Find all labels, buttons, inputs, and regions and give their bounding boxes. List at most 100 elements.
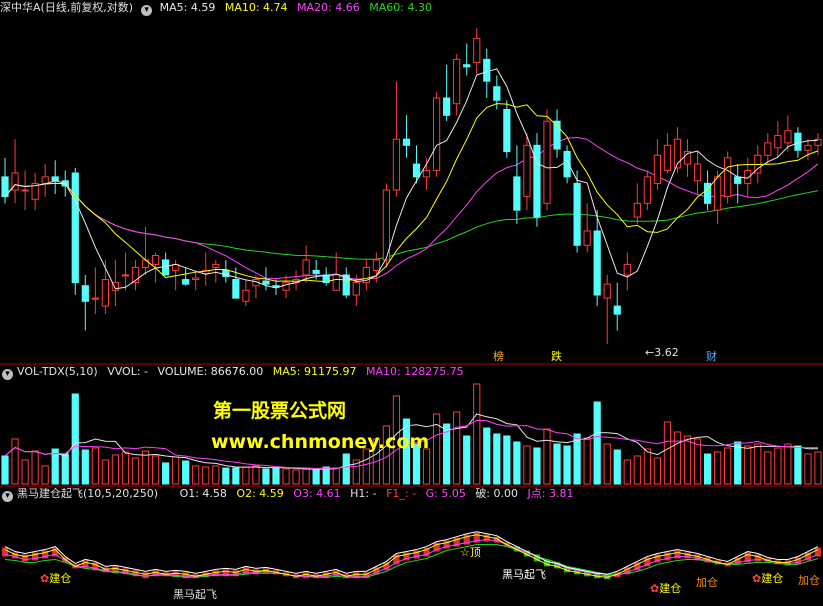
signal-text: 建仓 xyxy=(659,582,682,595)
candle-body xyxy=(463,64,471,68)
candle-body xyxy=(312,269,320,274)
cai-marker[interactable]: 财 xyxy=(706,348,717,364)
candle-body xyxy=(443,97,451,116)
watermark-title: 第一股票公式网 xyxy=(213,400,347,422)
candle-body xyxy=(192,277,200,281)
die-marker[interactable]: 跌 xyxy=(551,348,562,364)
volume-bar xyxy=(754,443,762,485)
volume-bar xyxy=(663,421,672,485)
indicator-bar xyxy=(684,552,691,559)
ma5-value: MA5: 4.59 xyxy=(159,1,216,14)
volume-header: ▾ VOL-TDX(5,10) VVOL: - VOLUME: 86676.00 … xyxy=(0,364,823,380)
star-icon: ✿ xyxy=(650,582,660,595)
signal-jiacang: 加仓 xyxy=(798,574,820,587)
vol-ma5-value: MA5: 91175.97 xyxy=(272,365,357,378)
volume-bar xyxy=(101,459,109,485)
volume-bar xyxy=(613,449,621,485)
candle-body xyxy=(693,163,702,182)
candle-body xyxy=(182,279,190,285)
f1-value: F1_: - xyxy=(386,487,417,500)
candle-body xyxy=(412,163,421,178)
bang-marker[interactable]: 榜 xyxy=(493,348,504,364)
candle-body xyxy=(714,176,722,211)
candle-body xyxy=(633,202,641,218)
candle-body xyxy=(392,138,401,191)
candle-body xyxy=(101,279,109,307)
candle-body xyxy=(804,144,812,151)
volume-bar xyxy=(61,453,69,485)
volume-bar xyxy=(463,435,471,485)
indicator-title[interactable]: 黑马建仓起飞(10,5,20,250) xyxy=(17,487,158,500)
o3-value: O3: 4.61 xyxy=(293,487,341,500)
candle-body xyxy=(543,120,551,204)
watermark-url[interactable]: www.chnmoney.com xyxy=(211,431,429,453)
volume-bar xyxy=(493,433,501,485)
chevron-down-icon[interactable]: ▾ xyxy=(141,5,153,16)
candle-body xyxy=(121,274,130,277)
volume-bar xyxy=(543,428,551,485)
volume-bar xyxy=(453,411,461,485)
candle-body xyxy=(232,279,240,299)
volume-bar xyxy=(51,448,59,485)
chevron-down-icon[interactable]: ▾ xyxy=(2,369,13,380)
candle-body xyxy=(623,263,631,276)
volume-bar xyxy=(272,467,280,485)
star-icon: ✿ xyxy=(40,572,50,585)
volume-bar xyxy=(583,437,591,485)
volume-bar xyxy=(202,466,210,485)
volume-bar xyxy=(212,465,220,485)
signal-jiancang: ✿建仓 xyxy=(40,570,71,586)
candle-body xyxy=(21,189,29,192)
signal-jiacang: 加仓 xyxy=(696,576,718,589)
candle-body xyxy=(212,263,220,268)
volume-bar xyxy=(252,465,260,485)
signal-jiancang: ✿建仓 xyxy=(650,580,681,596)
volume-bar xyxy=(734,441,742,485)
po-value: 破: 0.00 xyxy=(475,487,519,500)
signal-jiancang: ✿建仓 xyxy=(752,570,783,586)
volume-bar xyxy=(503,435,511,485)
signal-text: 建仓 xyxy=(49,572,72,585)
candle-body xyxy=(593,230,601,296)
candle-body xyxy=(764,142,772,156)
volume-bar xyxy=(41,465,49,485)
signal-heima: 黑马起飞 xyxy=(502,568,546,581)
volume-bar xyxy=(513,441,521,485)
star-icon: ✿ xyxy=(752,572,762,585)
indicator-bar xyxy=(483,534,490,542)
volume-bar xyxy=(422,448,431,485)
low-price-value: 3.62 xyxy=(654,346,679,359)
chart-canvas xyxy=(0,28,823,580)
volume-bar xyxy=(192,465,200,485)
candle-body xyxy=(573,182,581,246)
stock-title[interactable]: 深中华A(日线,前复权,对数) xyxy=(0,1,133,14)
volume-bar xyxy=(71,393,79,485)
volume-bar xyxy=(693,438,702,485)
vol-title[interactable]: VOL-TDX(5,10) xyxy=(17,365,98,378)
ma10-value: MA10: 4.74 xyxy=(224,1,288,14)
volume-bar xyxy=(804,453,812,485)
candle-body xyxy=(583,230,591,246)
candle-body xyxy=(352,282,360,296)
low-price-label: ←3.62 xyxy=(645,346,679,359)
volume-bar xyxy=(182,460,190,485)
candle-body xyxy=(483,58,491,82)
main-chart-header: 深中华A(日线,前复权,对数) ▾ MA5: 4.59 MA10: 4.74 MA… xyxy=(0,0,823,16)
candle-body xyxy=(372,259,380,271)
candle-body xyxy=(282,282,290,291)
volume-bar xyxy=(744,445,752,485)
candle-body xyxy=(493,86,501,101)
candle-body xyxy=(774,135,782,149)
volume-bar xyxy=(703,453,712,485)
volume-bar xyxy=(302,468,310,485)
volume-bar xyxy=(91,447,99,485)
candle-body xyxy=(794,132,802,151)
volume-bar xyxy=(593,401,601,485)
h1-value: H1: - xyxy=(350,487,377,500)
volume-bar xyxy=(603,443,611,485)
volume-bar xyxy=(523,445,531,485)
volume-bar xyxy=(232,467,240,485)
ma60-value: MA60: 4.30 xyxy=(369,1,432,14)
ma60-line xyxy=(4,182,819,260)
chevron-down-icon[interactable]: ▾ xyxy=(2,491,13,502)
